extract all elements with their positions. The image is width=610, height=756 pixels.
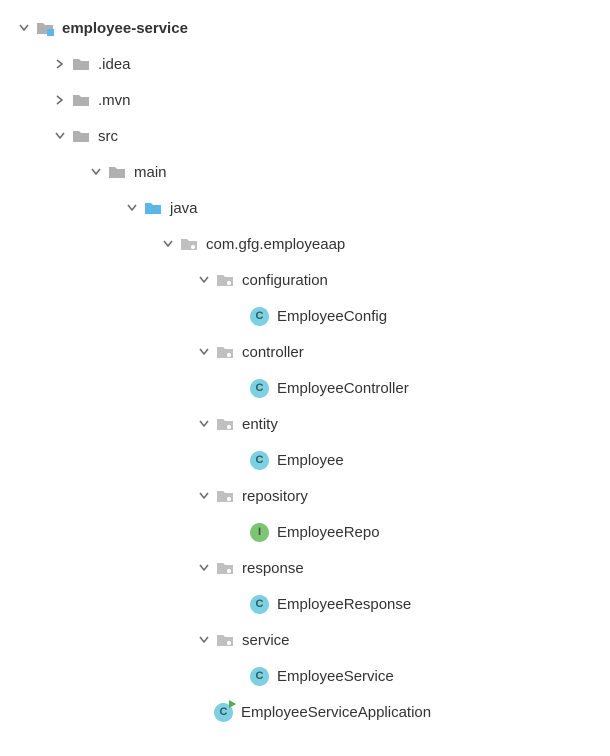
tree-item-label: repository: [242, 488, 308, 505]
tree-item-label: EmployeeRepo: [277, 524, 380, 541]
chevron-down-icon[interactable]: [14, 23, 34, 33]
chevron-down-icon[interactable]: [194, 635, 214, 645]
tree-item-employee-service[interactable]: C EmployeeService: [14, 658, 600, 694]
package-icon: [214, 342, 236, 362]
tree-item-label: Employee: [277, 452, 344, 469]
run-arrow-icon: [229, 700, 236, 708]
tree-item-employee-controller[interactable]: C EmployeeController: [14, 370, 600, 406]
source-folder-icon: [142, 198, 164, 218]
chevron-down-icon[interactable]: [122, 203, 142, 213]
folder-icon: [106, 162, 128, 182]
tree-item-label: entity: [242, 416, 278, 433]
chevron-down-icon[interactable]: [158, 239, 178, 249]
chevron-right-icon[interactable]: [50, 95, 70, 105]
chevron-down-icon[interactable]: [194, 419, 214, 429]
tree-item-label: .idea: [98, 56, 131, 73]
class-icon: C: [250, 379, 269, 398]
tree-item-controller[interactable]: controller: [14, 334, 600, 370]
folder-icon: [70, 126, 92, 146]
tree-item-label: main: [134, 164, 167, 181]
tree-item-label: response: [242, 560, 304, 577]
package-icon: [214, 270, 236, 290]
tree-item-label: service: [242, 632, 290, 649]
chevron-down-icon[interactable]: [50, 131, 70, 141]
tree-item-application[interactable]: C EmployeeServiceApplication: [14, 694, 600, 730]
tree-item-label: EmployeeService: [277, 668, 394, 685]
class-icon: C: [250, 307, 269, 326]
class-icon: C: [250, 595, 269, 614]
chevron-down-icon[interactable]: [194, 563, 214, 573]
tree-item-package[interactable]: com.gfg.employeaap: [14, 226, 600, 262]
package-icon: [214, 558, 236, 578]
folder-icon: [70, 90, 92, 110]
chevron-down-icon[interactable]: [86, 167, 106, 177]
runnable-class-icon: C: [214, 703, 233, 722]
tree-item-response[interactable]: response: [14, 550, 600, 586]
tree-item-repository[interactable]: repository: [14, 478, 600, 514]
tree-item-java[interactable]: java: [14, 190, 600, 226]
tree-item-src[interactable]: src: [14, 118, 600, 154]
tree-item-label: EmployeeConfig: [277, 308, 387, 325]
tree-item-label: controller: [242, 344, 304, 361]
tree-item-service[interactable]: service: [14, 622, 600, 658]
chevron-right-icon[interactable]: [50, 59, 70, 69]
tree-item-label: .mvn: [98, 92, 131, 109]
package-icon: [214, 414, 236, 434]
tree-item-entity[interactable]: entity: [14, 406, 600, 442]
tree-item-label: EmployeeController: [277, 380, 409, 397]
tree-item-configuration[interactable]: configuration: [14, 262, 600, 298]
tree-item-label: java: [170, 200, 198, 217]
tree-item-employee-config[interactable]: C EmployeeConfig: [14, 298, 600, 334]
tree-item-label: src: [98, 128, 118, 145]
tree-item-employee-response[interactable]: C EmployeeResponse: [14, 586, 600, 622]
tree-item-label: EmployeeServiceApplication: [241, 704, 431, 721]
chevron-down-icon[interactable]: [194, 347, 214, 357]
tree-item-mvn[interactable]: .mvn: [14, 82, 600, 118]
package-icon: [178, 234, 200, 254]
tree-item-idea[interactable]: .idea: [14, 46, 600, 82]
package-icon: [214, 630, 236, 650]
chevron-down-icon[interactable]: [194, 491, 214, 501]
package-icon: [214, 486, 236, 506]
class-icon: C: [250, 667, 269, 686]
interface-icon: I: [250, 523, 269, 542]
tree-item-label: com.gfg.employeaap: [206, 236, 345, 253]
tree-item-label: EmployeeResponse: [277, 596, 411, 613]
tree-item-label: employee-service: [62, 20, 188, 37]
tree-item-employee[interactable]: C Employee: [14, 442, 600, 478]
tree-item-root[interactable]: employee-service: [14, 10, 600, 46]
class-icon: C: [250, 451, 269, 470]
tree-item-label: configuration: [242, 272, 328, 289]
folder-icon: [70, 54, 92, 74]
chevron-down-icon[interactable]: [194, 275, 214, 285]
module-folder-icon: [34, 18, 56, 38]
tree-item-main[interactable]: main: [14, 154, 600, 190]
tree-item-employee-repo[interactable]: I EmployeeRepo: [14, 514, 600, 550]
